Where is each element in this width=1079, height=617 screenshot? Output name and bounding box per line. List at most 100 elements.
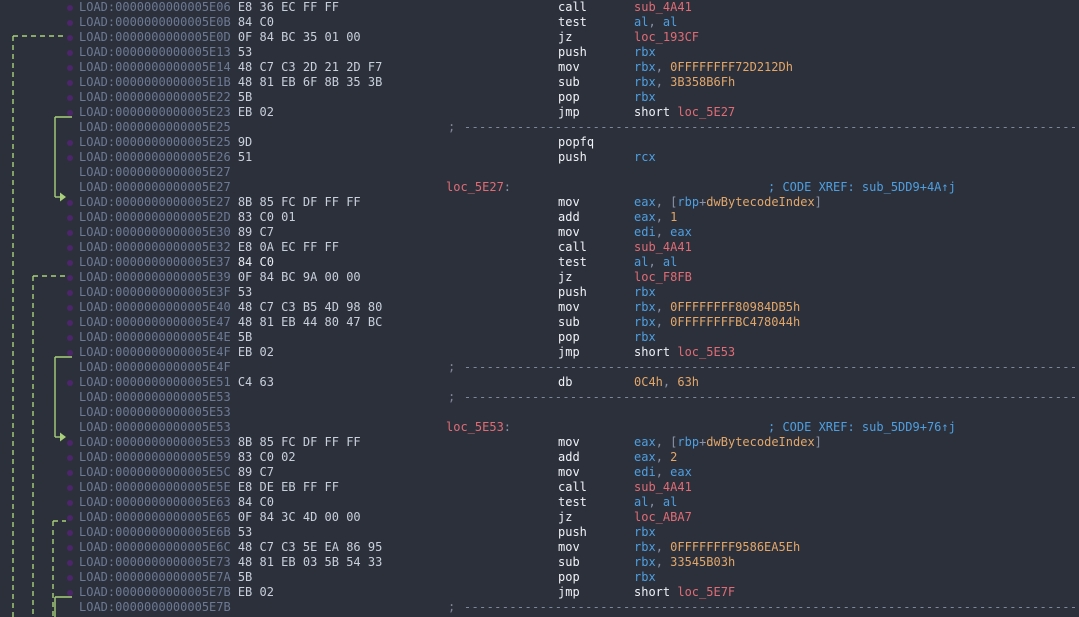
disassembly-line[interactable]: LOAD:0000000000005E37 84 C0 test al, al [0, 255, 1079, 270]
breakpoint-dot-icon[interactable] [67, 80, 73, 86]
breakpoint-dot-icon[interactable] [67, 515, 73, 521]
breakpoint-dot-icon[interactable] [67, 20, 73, 26]
disassembly-line[interactable]: LOAD:0000000000005E14 48 C7 C3 2D 21 2D F… [0, 60, 1079, 75]
breakpoint-dot-icon[interactable] [67, 110, 73, 116]
breakpoint-dot-icon[interactable] [67, 350, 73, 356]
disassembly-line[interactable]: LOAD:0000000000005E65 0F 84 3C 4D 00 00 jz… [0, 510, 1079, 525]
code-label[interactable]: loc_5E27: [446, 180, 511, 195]
instruction-operands[interactable]: rbx [634, 570, 656, 585]
breakpoint-dot-icon[interactable] [67, 500, 73, 506]
instruction-operands[interactable]: short loc_5E53 [634, 345, 735, 360]
breakpoint-dot-icon[interactable] [67, 590, 73, 596]
breakpoint-dot-icon[interactable] [67, 95, 73, 101]
disassembly-line[interactable]: LOAD:0000000000005E3F 53 push rbx [0, 285, 1079, 300]
breakpoint-dot-icon[interactable] [67, 335, 73, 341]
instruction-operands[interactable]: short loc_5E27 [634, 105, 735, 120]
breakpoint-dot-icon[interactable] [67, 485, 73, 491]
disassembly-line[interactable]: LOAD:0000000000005E7B; ------------------… [0, 600, 1079, 615]
disassembly-line[interactable]: LOAD:0000000000005E53 loc_5E53: ; CODE XRE… [0, 420, 1079, 435]
disassembly-line[interactable]: LOAD:0000000000005E26 51 push rcx [0, 150, 1079, 165]
code-label[interactable]: loc_5E53: [446, 420, 511, 435]
instruction-operands[interactable]: rbx, 0FFFFFFFFBC478044h [634, 315, 800, 330]
disassembly-line[interactable]: LOAD:0000000000005E30 89 C7 mov edi, eax [0, 225, 1079, 240]
disassembly-line[interactable]: LOAD:0000000000005E25; ------------------… [0, 120, 1079, 135]
disassembly-line[interactable]: LOAD:0000000000005E53; ------------------… [0, 390, 1079, 405]
disassembly-line[interactable]: LOAD:0000000000005E6B 53 push rbx [0, 525, 1079, 540]
breakpoint-dot-icon[interactable] [67, 320, 73, 326]
instruction-operands[interactable]: rbx [634, 330, 656, 345]
instruction-operands[interactable]: edi, eax [634, 225, 692, 240]
disassembly-line[interactable]: LOAD:0000000000005E27 [0, 165, 1079, 180]
instruction-operands[interactable]: rcx [634, 150, 656, 165]
breakpoint-dot-icon[interactable] [67, 155, 73, 161]
instruction-operands[interactable]: rbx [634, 45, 656, 60]
disassembly-line[interactable]: LOAD:0000000000005E27 loc_5E27: ; CODE XRE… [0, 180, 1079, 195]
code-listing[interactable]: LOAD:0000000000005E06 E8 36 EC FF FF call s… [0, 0, 1079, 615]
disassembly-line[interactable]: LOAD:0000000000005E1B 48 81 EB 6F 8B 35 3… [0, 75, 1079, 90]
disassembly-line[interactable]: LOAD:0000000000005E4F EB 02 jmp short loc_5… [0, 345, 1079, 360]
instruction-operands[interactable]: eax, [rbp+dwBytecodeIndex] [634, 195, 822, 210]
disassembly-view[interactable]: LOAD:0000000000005E06 E8 36 EC FF FF call s… [0, 0, 1079, 617]
instruction-operands[interactable]: eax, 1 [634, 210, 677, 225]
breakpoint-dot-icon[interactable] [67, 560, 73, 566]
breakpoint-dot-icon[interactable] [67, 470, 73, 476]
breakpoint-dot-icon[interactable] [67, 140, 73, 146]
disassembly-line[interactable]: LOAD:0000000000005E4F; ------------------… [0, 360, 1079, 375]
breakpoint-dot-icon[interactable] [67, 245, 73, 251]
breakpoint-dot-icon[interactable] [67, 380, 73, 386]
breakpoint-dot-icon[interactable] [67, 545, 73, 551]
instruction-operands[interactable]: loc_ABA7 [634, 510, 692, 525]
disassembly-line[interactable]: LOAD:0000000000005E27 8B 85 FC DF FF FF mo… [0, 195, 1079, 210]
instruction-operands[interactable]: sub_4A41 [634, 240, 692, 255]
instruction-operands[interactable]: loc_193CF [634, 30, 699, 45]
disassembly-line[interactable]: LOAD:0000000000005E53 8B 85 FC DF FF FF mo… [0, 435, 1079, 450]
instruction-operands[interactable]: rbx, 0FFFFFFFF80984DB5h [634, 300, 800, 315]
breakpoint-dot-icon[interactable] [67, 530, 73, 536]
instruction-operands[interactable]: al, al [634, 15, 677, 30]
disassembly-line[interactable]: LOAD:0000000000005E0B 84 C0 test al, al [0, 15, 1079, 30]
breakpoint-dot-icon[interactable] [67, 50, 73, 56]
disassembly-line[interactable]: LOAD:0000000000005E53 [0, 405, 1079, 420]
instruction-operands[interactable]: rbx [634, 90, 656, 105]
disassembly-line[interactable]: LOAD:0000000000005E13 53 push rbx [0, 45, 1079, 60]
disassembly-line[interactable]: LOAD:0000000000005E7A 5B pop rbx [0, 570, 1079, 585]
instruction-operands[interactable]: eax, 2 [634, 450, 677, 465]
breakpoint-dot-icon[interactable] [67, 230, 73, 236]
instruction-operands[interactable]: loc_F8FB [634, 270, 692, 285]
disassembly-line[interactable]: LOAD:0000000000005E22 5B pop rbx [0, 90, 1079, 105]
breakpoint-dot-icon[interactable] [67, 260, 73, 266]
disassembly-line[interactable]: LOAD:0000000000005E2D 83 C0 01 add eax, 1 [0, 210, 1079, 225]
disassembly-line[interactable]: LOAD:0000000000005E06 E8 36 EC FF FF call s… [0, 0, 1079, 15]
instruction-operands[interactable]: short loc_5E7F [634, 585, 735, 600]
breakpoint-dot-icon[interactable] [67, 200, 73, 206]
instruction-operands[interactable]: rbx [634, 285, 656, 300]
breakpoint-dot-icon[interactable] [67, 35, 73, 41]
instruction-operands[interactable]: al, al [634, 255, 677, 270]
disassembly-line[interactable]: LOAD:0000000000005E51 C4 63 db 0C4h, 63h [0, 375, 1079, 390]
instruction-operands[interactable]: rbx, 0FFFFFFFF72D212Dh [634, 60, 793, 75]
disassembly-line[interactable]: LOAD:0000000000005E40 48 C7 C3 B5 4D 98 8… [0, 300, 1079, 315]
instruction-operands[interactable]: rbx, 0FFFFFFFF9586EA5Eh [634, 540, 800, 555]
breakpoint-dot-icon[interactable] [67, 215, 73, 221]
disassembly-line[interactable]: LOAD:0000000000005E47 48 81 EB 44 80 47 B… [0, 315, 1079, 330]
breakpoint-dot-icon[interactable] [67, 65, 73, 71]
breakpoint-dot-icon[interactable] [67, 440, 73, 446]
breakpoint-dot-icon[interactable] [67, 575, 73, 581]
breakpoint-dot-icon[interactable] [67, 275, 73, 281]
disassembly-line[interactable]: LOAD:0000000000005E32 E8 0A EC FF FF call s… [0, 240, 1079, 255]
instruction-operands[interactable]: rbx, 3B358B6Fh [634, 75, 735, 90]
disassembly-line[interactable]: LOAD:0000000000005E23 EB 02 jmp short loc_5… [0, 105, 1079, 120]
disassembly-line[interactable]: LOAD:0000000000005E5C 89 C7 mov edi, eax [0, 465, 1079, 480]
instruction-operands[interactable]: edi, eax [634, 465, 692, 480]
disassembly-line[interactable]: LOAD:0000000000005E0D 0F 84 BC 35 01 00 jz… [0, 30, 1079, 45]
disassembly-line[interactable]: LOAD:0000000000005E6C 48 C7 C3 5E EA 86 9… [0, 540, 1079, 555]
disassembly-line[interactable]: LOAD:0000000000005E25 9D popfq [0, 135, 1079, 150]
disassembly-line[interactable]: LOAD:0000000000005E39 0F 84 BC 9A 00 00 jz… [0, 270, 1079, 285]
disassembly-line[interactable]: LOAD:0000000000005E5E E8 DE EB FF FF call s… [0, 480, 1079, 495]
disassembly-line[interactable]: LOAD:0000000000005E7B EB 02 jmp short loc_5… [0, 585, 1079, 600]
instruction-operands[interactable]: 0C4h, 63h [634, 375, 699, 390]
breakpoint-dot-icon[interactable] [67, 5, 73, 11]
breakpoint-dot-icon[interactable] [67, 290, 73, 296]
instruction-operands[interactable]: sub_4A41 [634, 480, 692, 495]
breakpoint-dot-icon[interactable] [67, 455, 73, 461]
